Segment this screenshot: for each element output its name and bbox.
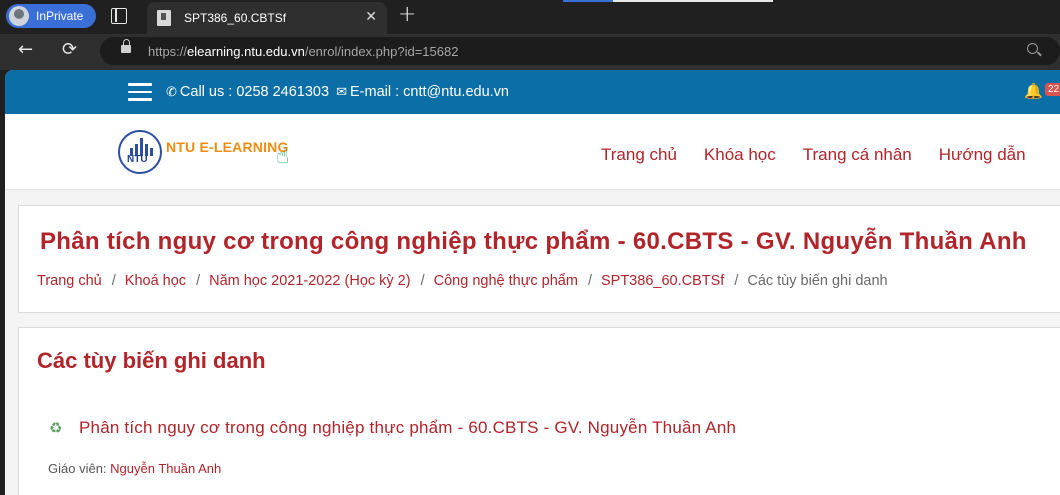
nav-courses[interactable]: Khóa học <box>704 145 776 165</box>
course-link[interactable]: Phân tích nguy cơ trong công nghiệp thực… <box>79 418 736 438</box>
nav-home[interactable]: Trang chủ <box>601 145 677 165</box>
url-host: elearning.ntu.edu.vn <box>187 44 305 59</box>
enrolment-heading: Các tùy biến ghi danh <box>37 348 266 373</box>
page-title: Phân tích nguy cơ trong công nghiệp thực… <box>40 228 1027 255</box>
tab-strip-accent-light <box>613 0 773 2</box>
breadcrumb-separator: / <box>587 273 592 289</box>
teacher-label: Giáo viên: <box>48 461 107 476</box>
inprivate-profile-button[interactable]: InPrivate <box>6 4 96 28</box>
back-arrow-icon[interactable]: ← <box>18 40 33 60</box>
tab-actions-icon[interactable] <box>111 8 127 24</box>
contact-info: ✆ Call us : 0258 2461303 ✉ E-mail : cntt@n… <box>166 84 509 100</box>
reload-icon[interactable]: ⟳ <box>62 40 77 60</box>
breadcrumb-current: Các tùy biến ghi danh <box>747 273 888 289</box>
envelope-icon: ✉ <box>336 84 347 99</box>
url-text[interactable]: https://elearning.ntu.edu.vn/enrol/index… <box>148 44 458 59</box>
tab-strip-accent <box>563 0 613 2</box>
phone-icon: ✆ <box>166 84 177 99</box>
inprivate-label: InPrivate <box>36 9 84 23</box>
profile-avatar-icon <box>9 6 29 26</box>
site-logo[interactable]: NTU NTU E-LEARNING ☝ <box>118 130 308 176</box>
main-navigation: Trang chủ Khóa học Trang cá nhân Hướng d… <box>601 145 1053 165</box>
breadcrumb: Trang chủ / Khoá học / Năm học 2021-2022 (Họ… <box>37 273 888 289</box>
enrolment-options-card: Các tùy biến ghi danh ♻ Phân tích nguy c… <box>18 327 1060 495</box>
page-header-card: Phân tích nguy cơ trong công nghiệp thực… <box>18 205 1060 313</box>
browser-toolbar: ← ⟳ https://elearning.ntu.edu.vn/enrol/i… <box>0 34 1060 70</box>
logo-mark-text: NTU <box>127 154 148 165</box>
notification-count-badge[interactable]: 22 <box>1045 83 1060 96</box>
zoom-icon[interactable] <box>1027 43 1038 54</box>
recycle-icon: ♻ <box>49 419 63 437</box>
breadcrumb-year[interactable]: Năm học 2021-2022 (Học kỳ 2) <box>209 273 411 289</box>
new-tab-icon[interactable]: + <box>398 3 416 27</box>
breadcrumb-department[interactable]: Công nghệ thực phẩm <box>434 273 578 289</box>
email-text: E-mail : cntt@ntu.edu.vn <box>350 84 509 100</box>
nav-help[interactable]: Hướng dẫn <box>939 145 1026 165</box>
tab-close-icon[interactable]: ✕ <box>365 10 377 24</box>
browser-tab-strip: InPrivate SPT386_60.CBTSf ✕ + <box>0 0 1060 34</box>
browser-tab[interactable]: SPT386_60.CBTSf ✕ <box>147 2 387 34</box>
breadcrumb-course[interactable]: SPT386_60.CBTSf <box>601 273 724 289</box>
nav-profile[interactable]: Trang cá nhân <box>803 145 912 165</box>
site-header: NTU NTU E-LEARNING ☝ Trang chủ Khóa học … <box>5 114 1060 190</box>
breadcrumb-separator: / <box>111 273 116 289</box>
logo-text: NTU E-LEARNING <box>166 139 289 155</box>
url-path: /enrol/index.php?id=15682 <box>304 44 459 59</box>
logo-emblem: NTU <box>118 130 162 174</box>
site-topbar: ✆ Call us : 0258 2461303 ✉ E-mail : cntt@n… <box>5 70 1060 114</box>
breadcrumb-separator: / <box>196 273 201 289</box>
url-prefix: https:// <box>148 44 188 59</box>
tab-favicon-icon <box>157 10 171 26</box>
lock-icon[interactable] <box>121 39 131 53</box>
course-listing: ♻ Phân tích nguy cơ trong công nghiệp th… <box>49 418 736 438</box>
teacher-info: Giáo viên: Nguyễn Thuần Anh <box>48 461 221 476</box>
breadcrumb-separator: / <box>734 273 739 289</box>
tab-title: SPT386_60.CBTSf <box>184 11 287 25</box>
hamburger-menu-icon[interactable] <box>128 83 152 101</box>
bell-icon[interactable]: 🔔 <box>1024 82 1043 100</box>
breadcrumb-courses[interactable]: Khoá học <box>125 273 186 289</box>
call-us-text: Call us : 0258 2461303 <box>179 84 330 100</box>
pointer-hand-icon: ☝ <box>276 144 290 169</box>
web-page: ✆ Call us : 0258 2461303 ✉ E-mail : cntt@n… <box>5 70 1060 495</box>
breadcrumb-home[interactable]: Trang chủ <box>37 273 102 289</box>
teacher-name-link[interactable]: Nguyễn Thuần Anh <box>110 461 221 476</box>
address-bar[interactable]: https://elearning.ntu.edu.vn/enrol/index… <box>100 37 1060 65</box>
breadcrumb-separator: / <box>420 273 425 289</box>
